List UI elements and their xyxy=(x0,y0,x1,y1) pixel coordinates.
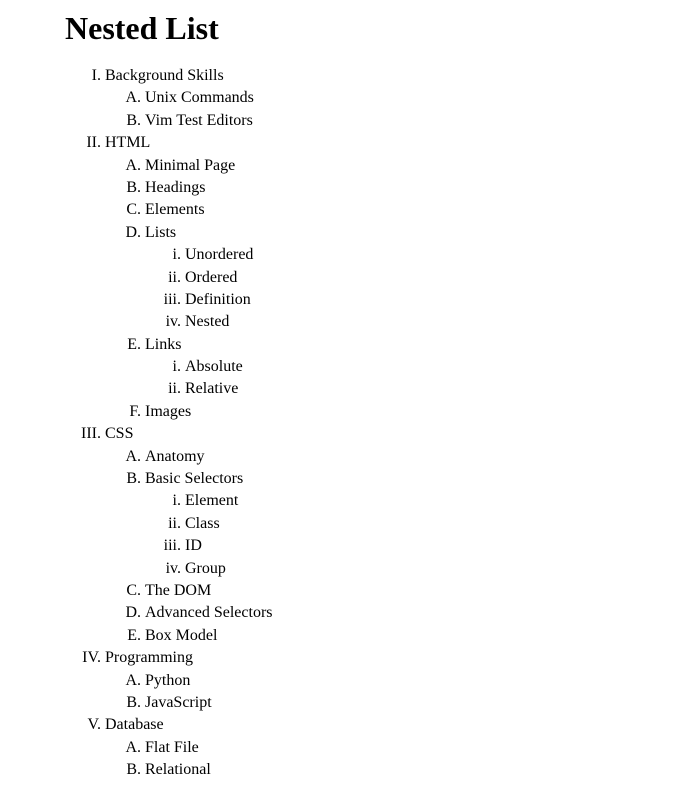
list-item-label: Advanced Selectors xyxy=(145,604,273,621)
list-item-label: Class xyxy=(185,515,220,532)
list-item-label: Programming xyxy=(105,649,193,666)
list-item: Programming Python JavaScript xyxy=(105,647,672,714)
list-item-label: Headings xyxy=(145,179,205,196)
list-item: Headings xyxy=(145,177,672,199)
list-item-label: Relational xyxy=(145,761,211,778)
list-item-label: Anatomy xyxy=(145,448,205,465)
sublist: Unix Commands Vim Test Editors xyxy=(105,87,672,132)
list-item-label: ID xyxy=(185,537,202,554)
list-item-label: HTML xyxy=(105,134,150,151)
list-item-label: CSS xyxy=(105,425,133,442)
list-item: Ordered xyxy=(185,267,672,289)
sublist: Minimal Page Headings Elements Lists Unorder… xyxy=(105,155,672,424)
list-item-label: Python xyxy=(145,672,190,689)
list-item-label: Minimal Page xyxy=(145,157,235,174)
list-item-label: Unix Commands xyxy=(145,89,254,106)
sublist: Python JavaScript xyxy=(105,670,672,715)
list-item: Background Skills Unix Commands Vim Test E… xyxy=(105,65,672,132)
list-item: ID xyxy=(185,535,672,557)
list-item-label: Flat File xyxy=(145,739,199,756)
list-item: Lists Unordered Ordered Definition Nested xyxy=(145,222,672,334)
list-item-label: Background Skills xyxy=(105,67,224,84)
list-item: JavaScript xyxy=(145,692,672,714)
list-item: Class xyxy=(185,513,672,535)
list-item: Python xyxy=(145,670,672,692)
list-item-label: JavaScript xyxy=(145,694,212,711)
list-item: LinksAbsolute Relative xyxy=(145,334,672,401)
list-item-label: Absolute xyxy=(185,358,243,375)
list-item: Relational xyxy=(145,759,672,781)
list-item: Advanced Selectors xyxy=(145,602,672,624)
list-item: Relative xyxy=(185,378,672,400)
list-item: Absolute xyxy=(185,356,672,378)
list-item: Nested xyxy=(185,311,672,333)
page-title: Nested List xyxy=(65,10,672,47)
list-item: Group xyxy=(185,558,672,580)
list-item: HTML Minimal Page Headings Elements Lists Uno… xyxy=(105,132,672,423)
list-item-label: The DOM xyxy=(145,582,211,599)
list-item-label: Images xyxy=(145,403,191,420)
list-item-label: Lists xyxy=(145,224,176,241)
list-item-label: Elements xyxy=(145,201,205,218)
outline-root: Background Skills Unix Commands Vim Test E… xyxy=(65,65,672,782)
list-item-label: Definition xyxy=(185,291,251,308)
list-item: Element xyxy=(185,490,672,512)
list-item: Vim Test Editors xyxy=(145,110,672,132)
list-item: Elements xyxy=(145,199,672,221)
list-item-label: Nested xyxy=(185,313,229,330)
list-item: Basic Selectors Element Class ID Group xyxy=(145,468,672,580)
list-item: Anatomy xyxy=(145,446,672,468)
list-item-label: Links xyxy=(145,336,181,353)
list-item-label: Group xyxy=(185,560,226,577)
list-item: Unix Commands xyxy=(145,87,672,109)
list-item-label: Database xyxy=(105,716,164,733)
list-item-label: Relative xyxy=(185,380,238,397)
list-item-label: Unordered xyxy=(185,246,253,263)
list-item-label: Vim Test Editors xyxy=(145,112,253,129)
list-item: CSS Anatomy Basic Selectors Element Class ID G… xyxy=(105,423,672,647)
list-item-label: Element xyxy=(185,492,238,509)
sublist: Element Class ID Group xyxy=(145,490,672,580)
list-item: Unordered xyxy=(185,244,672,266)
list-item: Images xyxy=(145,401,672,423)
list-item: Minimal Page xyxy=(145,155,672,177)
list-item: Box Model xyxy=(145,625,672,647)
sublist: Unordered Ordered Definition Nested xyxy=(145,244,672,334)
sublist: Anatomy Basic Selectors Element Class ID Grou… xyxy=(105,446,672,648)
list-item-label: Basic Selectors xyxy=(145,470,243,487)
list-item-label: Box Model xyxy=(145,627,217,644)
list-item: Definition xyxy=(185,289,672,311)
sublist: Flat File Relational xyxy=(105,737,672,782)
sublist: Absolute Relative xyxy=(145,356,672,401)
list-item: The DOM xyxy=(145,580,672,602)
list-item-label: Ordered xyxy=(185,269,237,286)
